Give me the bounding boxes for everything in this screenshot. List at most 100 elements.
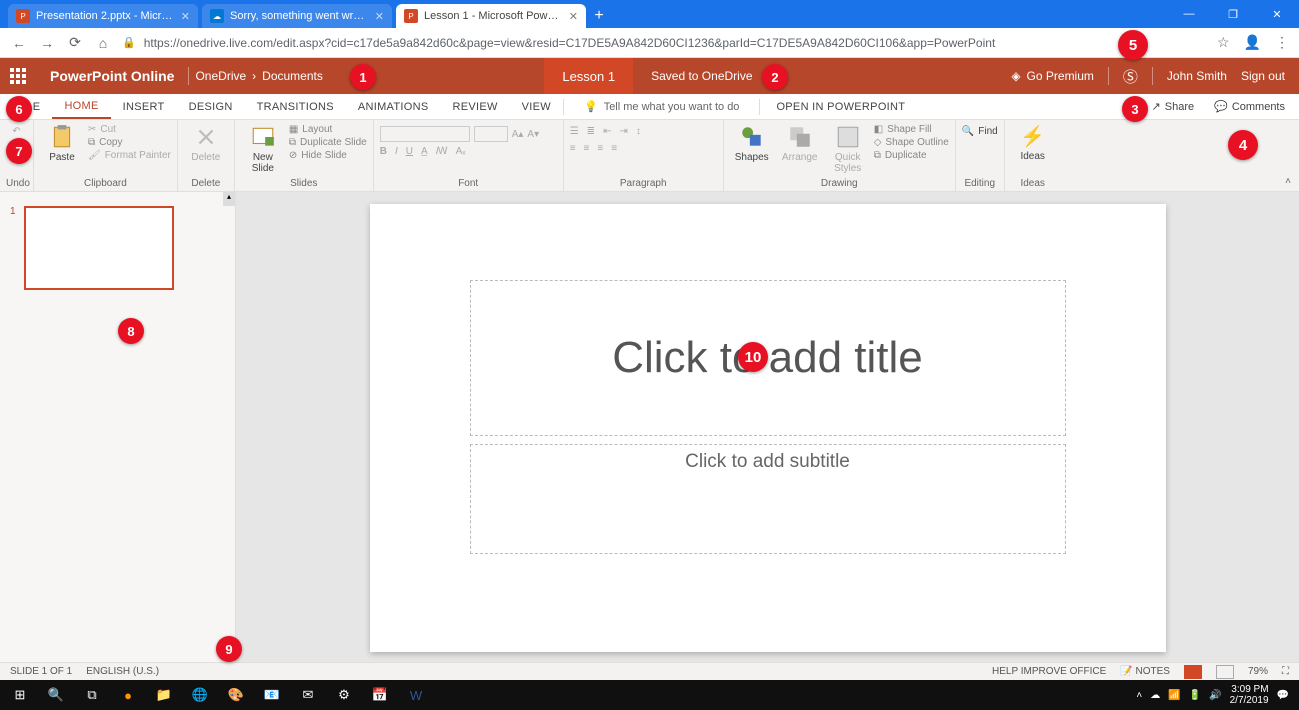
breadcrumb[interactable]: OneDrive › Documents xyxy=(189,69,328,83)
fit-to-window-button[interactable]: ⛶ xyxy=(1282,666,1289,677)
copy-button[interactable]: ⧉Copy xyxy=(88,137,171,148)
delete-button[interactable]: Delete xyxy=(184,122,228,163)
tab-animations[interactable]: ANIMATIONS xyxy=(346,94,441,119)
breadcrumb-item[interactable]: OneDrive xyxy=(195,69,246,83)
shapes-button[interactable]: Shapes xyxy=(730,122,774,163)
signout-link[interactable]: Sign out xyxy=(1241,69,1285,83)
close-icon[interactable]: ✕ xyxy=(181,10,190,23)
close-icon[interactable]: ✕ xyxy=(569,10,578,23)
bullets-button[interactable]: ☰ xyxy=(570,126,579,137)
collapse-ribbon-button[interactable]: ˄ xyxy=(1285,176,1291,187)
app-icon[interactable]: 🎨 xyxy=(220,682,252,708)
minimize-button[interactable]: — xyxy=(1167,0,1211,28)
tell-me-search[interactable]: 💡 Tell me what you want to do xyxy=(564,100,759,113)
outlook-icon[interactable]: 📧 xyxy=(256,682,288,708)
close-icon[interactable]: ✕ xyxy=(375,10,384,23)
align-right-button[interactable]: ≡ xyxy=(597,143,603,154)
mail-icon[interactable]: ✉ xyxy=(292,682,324,708)
subtitle-placeholder[interactable]: Click to add subtitle xyxy=(470,444,1066,554)
user-name[interactable]: John Smith xyxy=(1167,69,1227,83)
find-button[interactable]: 🔍 Find xyxy=(962,126,998,137)
tray-chevron-icon[interactable]: ˄ xyxy=(1136,690,1142,701)
indent-left-button[interactable]: ⇤ xyxy=(603,126,611,137)
quick-styles-button[interactable]: Quick Styles xyxy=(826,122,870,174)
address-bar[interactable]: 🔒 https://onedrive.live.com/edit.aspx?ci… xyxy=(122,32,1207,54)
tab-design[interactable]: DESIGN xyxy=(177,94,245,119)
system-tray[interactable]: ˄ ☁ 📶 🔋 🔊 3:09 PM 2/7/2019 💬 xyxy=(1130,684,1295,706)
slide-counter[interactable]: SLIDE 1 OF 1 xyxy=(10,666,72,677)
go-premium-button[interactable]: ◈ Go Premium xyxy=(1011,69,1094,83)
arrange-button[interactable]: Arrange xyxy=(778,122,822,163)
scroll-up-button[interactable]: ▴ xyxy=(223,192,235,206)
tab-view[interactable]: VIEW xyxy=(510,94,563,119)
font-family-dropdown[interactable] xyxy=(380,126,470,142)
skype-icon[interactable]: Ⓢ xyxy=(1123,66,1138,87)
breadcrumb-item[interactable]: Documents xyxy=(262,69,323,83)
slideshow-view-button[interactable] xyxy=(1216,665,1234,679)
numbering-button[interactable]: ≣ xyxy=(587,126,595,137)
volume-icon[interactable]: 🔊 xyxy=(1209,690,1221,701)
open-in-desktop-button[interactable]: OPEN IN POWERPOINT xyxy=(760,94,921,119)
slide-thumbnail[interactable] xyxy=(24,206,174,290)
start-button[interactable]: ⊞ xyxy=(4,682,36,708)
hide-slide-button[interactable]: ⊘Hide Slide xyxy=(289,150,367,161)
duplicate-shape-button[interactable]: ⧉Duplicate xyxy=(874,150,949,161)
browser-tab-active[interactable]: P Lesson 1 - Microsoft PowerPoint ✕ xyxy=(396,4,586,28)
bold-button[interactable]: B xyxy=(380,146,387,157)
bookmark-star-icon[interactable]: ☆ xyxy=(1217,34,1230,51)
text-direction-button[interactable]: ↕ xyxy=(636,126,641,137)
chrome-icon[interactable]: 🌐 xyxy=(184,682,216,708)
share-button[interactable]: ↗ Share xyxy=(1142,100,1205,113)
action-center-icon[interactable]: 💬 xyxy=(1277,690,1289,701)
undo-button[interactable]: ↶ xyxy=(12,126,20,137)
font-size-dropdown[interactable] xyxy=(474,126,508,142)
help-improve-link[interactable]: HELP IMPROVE OFFICE xyxy=(992,666,1106,677)
firefox-icon[interactable]: ● xyxy=(112,682,144,708)
underline-button[interactable]: U xyxy=(406,146,413,157)
slide-canvas-area[interactable]: Click to add title Click to add subtitle xyxy=(236,192,1299,662)
zoom-level[interactable]: 79% xyxy=(1248,666,1268,677)
battery-icon[interactable]: 🔋 xyxy=(1189,690,1201,701)
grow-font-icon[interactable]: A▴ xyxy=(512,129,524,140)
browser-tab[interactable]: ☁ Sorry, something went wrong - C ✕ xyxy=(202,4,392,28)
duplicate-slide-button[interactable]: ⧉Duplicate Slide xyxy=(289,137,367,148)
shape-fill-button[interactable]: ◧Shape Fill xyxy=(874,124,949,135)
calendar-icon[interactable]: 📅 xyxy=(364,682,396,708)
shape-outline-button[interactable]: ◇Shape Outline xyxy=(874,137,949,148)
kebab-menu-icon[interactable]: ⋮ xyxy=(1275,34,1289,51)
notes-button[interactable]: 📝 NOTES xyxy=(1120,666,1170,677)
tab-transitions[interactable]: TRANSITIONS xyxy=(245,94,346,119)
ideas-button[interactable]: ⚡ Ideas xyxy=(1011,122,1055,162)
paste-button[interactable]: Paste xyxy=(40,122,84,163)
word-icon[interactable]: W xyxy=(400,682,432,708)
slide[interactable]: Click to add title Click to add subtitle xyxy=(370,204,1166,652)
settings-icon[interactable]: ⚙ xyxy=(328,682,360,708)
task-view-button[interactable]: ⧉ xyxy=(76,682,108,708)
close-window-button[interactable]: ✕ xyxy=(1255,0,1299,28)
highlight-button[interactable]: ꟿ xyxy=(436,146,448,157)
profile-icon[interactable]: 👤 xyxy=(1244,34,1261,51)
tab-insert[interactable]: INSERT xyxy=(111,94,177,119)
language-indicator[interactable]: ENGLISH (U.S.) xyxy=(86,666,159,677)
layout-button[interactable]: ▦Layout xyxy=(289,124,367,135)
slide-thumbnail-pane[interactable]: ▴ 1 xyxy=(0,192,236,662)
app-launcher-button[interactable] xyxy=(0,68,36,84)
new-tab-button[interactable]: + xyxy=(586,4,612,28)
reload-button[interactable]: ⟳ xyxy=(66,34,84,51)
maximize-button[interactable]: ❐ xyxy=(1211,0,1255,28)
forward-button[interactable]: → xyxy=(38,35,56,51)
comments-button[interactable]: 💬 Comments xyxy=(1204,100,1295,113)
tab-home[interactable]: HOME xyxy=(52,94,110,119)
home-button[interactable]: ⌂ xyxy=(94,35,112,51)
shrink-font-icon[interactable]: A▾ xyxy=(527,129,539,140)
tab-review[interactable]: REVIEW xyxy=(440,94,509,119)
back-button[interactable]: ← xyxy=(10,35,28,51)
indent-right-button[interactable]: ⇥ xyxy=(619,126,627,137)
cut-button[interactable]: ✂Cut xyxy=(88,124,171,135)
new-slide-button[interactable]: New Slide xyxy=(241,122,285,174)
justify-button[interactable]: ≡ xyxy=(611,143,617,154)
format-painter-button[interactable]: 🖌Format Painter xyxy=(88,150,171,161)
taskbar-clock[interactable]: 3:09 PM 2/7/2019 xyxy=(1230,684,1269,706)
font-color-button[interactable]: A̲ xyxy=(421,146,428,157)
network-icon[interactable]: 📶 xyxy=(1168,690,1180,701)
